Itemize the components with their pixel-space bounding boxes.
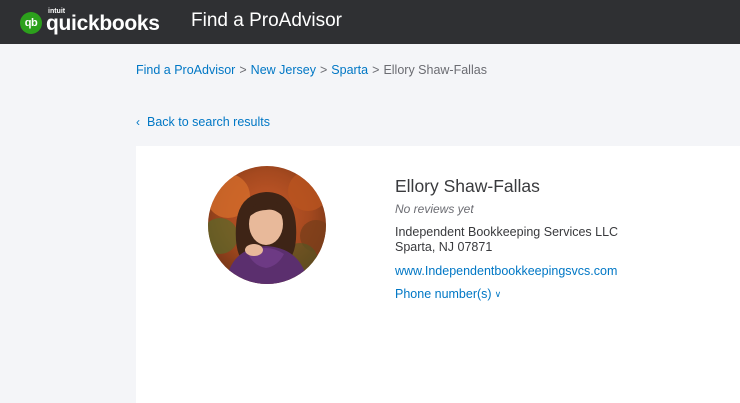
phone-numbers-label: Phone number(s) [395, 287, 492, 301]
back-to-results-link[interactable]: ‹ Back to search results [136, 115, 270, 129]
app-title: Find a ProAdvisor [191, 10, 343, 31]
breadcrumb-sparta[interactable]: Sparta [331, 63, 368, 77]
phone-numbers-toggle[interactable]: Phone number(s) ∨ [395, 287, 618, 301]
top-nav-bar: qb intuit quickbooks Find a ProAdvisor [0, 0, 740, 44]
breadcrumb-new-jersey[interactable]: New Jersey [251, 63, 316, 77]
profile-card: Ellory Shaw-Fallas No reviews yet Indepe… [136, 146, 740, 403]
breadcrumb-separator: > [372, 63, 380, 77]
breadcrumb-current: Ellory Shaw-Fallas [383, 63, 487, 77]
proadvisor-name: Ellory Shaw-Fallas [395, 176, 540, 196]
chevron-down-icon: ∨ [494, 288, 502, 299]
chevron-left-icon: ‹ [136, 115, 140, 129]
breadcrumb: Find a ProAdvisor > New Jersey > Sparta > Ello… [136, 63, 487, 77]
qb-logo-icon: qb [20, 12, 42, 34]
avatar [208, 166, 326, 284]
profile-photo [208, 166, 326, 284]
website-link[interactable]: www.Independentbookkeepingsvcs.com [395, 264, 618, 278]
logo-name-text: quickbooks [46, 12, 160, 35]
back-link-label: Back to search results [147, 115, 270, 129]
company-address: Sparta, NJ 07871 [395, 240, 493, 254]
profile-info: Ellory Shaw-Fallas No reviews yet Indepe… [395, 176, 618, 301]
reviews-status: No reviews yet [395, 202, 474, 216]
breadcrumb-separator: > [239, 63, 247, 77]
quickbooks-logo[interactable]: qb intuit quickbooks [20, 8, 160, 38]
breadcrumb-find-proadvisor[interactable]: Find a ProAdvisor [136, 63, 235, 77]
company-name: Independent Bookkeeping Services LLC [395, 225, 619, 239]
breadcrumb-separator: > [319, 63, 328, 77]
